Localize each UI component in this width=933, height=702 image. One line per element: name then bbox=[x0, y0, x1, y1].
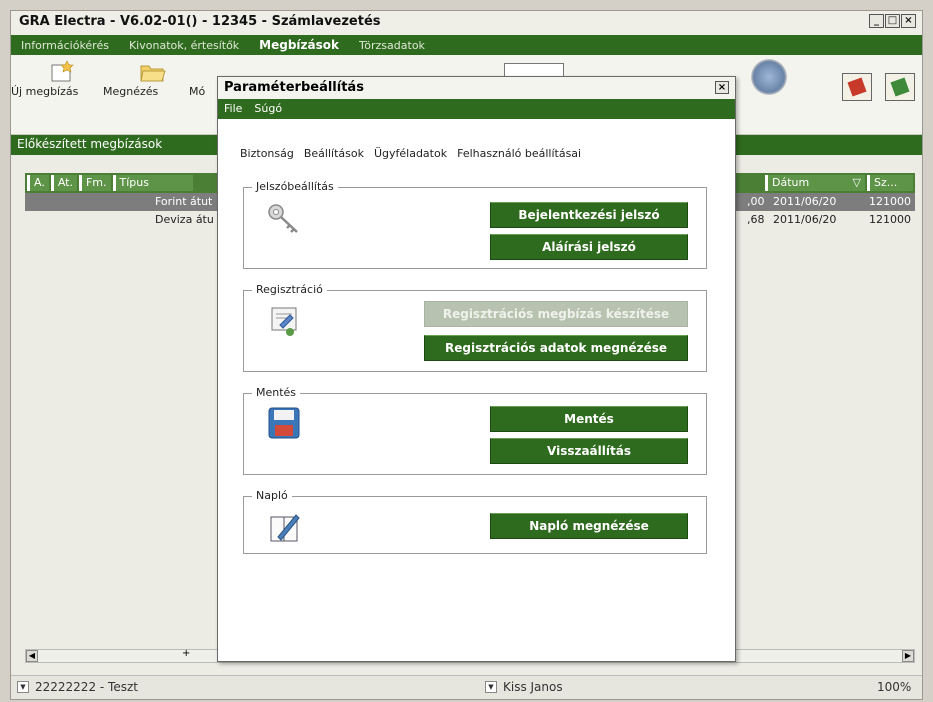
tab-user-settings[interactable]: Felhasználó beállításai bbox=[457, 147, 581, 160]
settings-dialog: Paraméterbeállítás × File Súgó Biztonság… bbox=[217, 76, 736, 662]
main-menubar: Információkérés Kivonatok, értesítők Meg… bbox=[11, 35, 922, 55]
row-sz: 121000 bbox=[869, 195, 911, 208]
log-group: Napló Napló megnézése bbox=[243, 489, 707, 554]
row-date: 2011/06/20 bbox=[773, 195, 837, 208]
scroll-right-icon[interactable]: ▶ bbox=[902, 650, 914, 662]
statusbar: ▼ 22222222 - Teszt ▼ Kiss Janos 100% bbox=[11, 675, 922, 699]
dialog-titlebar: Paraméterbeállítás × bbox=[218, 77, 735, 99]
row-type: Forint átut bbox=[155, 195, 213, 208]
dialog-tabs: Biztonság Beállítások Ügyféladatok Felha… bbox=[240, 147, 581, 160]
new-order-label[interactable]: Új megbízás bbox=[11, 85, 78, 98]
window-titlebar: GRA Electra - V6.02-01() - 12345 - Száml… bbox=[11, 11, 922, 35]
backup-group: Mentés Mentés Visszaállítás bbox=[243, 386, 707, 475]
password-group-legend: Jelszóbeállítás bbox=[252, 180, 338, 193]
green-book-icon[interactable] bbox=[885, 73, 915, 101]
dialog-menu-help[interactable]: Súgó bbox=[254, 102, 282, 116]
dialog-title: Paraméterbeállítás bbox=[224, 80, 364, 95]
sign-password-button[interactable]: Aláírási jelszó bbox=[490, 234, 688, 260]
folder-icon[interactable] bbox=[139, 59, 167, 83]
window-controls: _ □ × bbox=[869, 14, 916, 28]
view-registration-button[interactable]: Regisztrációs adatok megnézése bbox=[424, 335, 688, 361]
scroll-left-icon[interactable]: ◀ bbox=[26, 650, 38, 662]
menu-item-statements[interactable]: Kivonatok, értesítők bbox=[129, 39, 239, 52]
scroll-thumb[interactable]: + bbox=[182, 648, 190, 659]
row-amount: ,68 bbox=[747, 213, 765, 226]
maximize-button[interactable]: □ bbox=[885, 14, 900, 28]
row-date: 2011/06/20 bbox=[773, 213, 837, 226]
dialog-menu-file[interactable]: File bbox=[224, 102, 242, 116]
registration-group-legend: Regisztráció bbox=[252, 283, 327, 296]
sort-icon: ▽ bbox=[852, 176, 861, 189]
log-group-legend: Napló bbox=[252, 489, 292, 502]
menu-item-masterdata[interactable]: Törzsadatok bbox=[359, 39, 425, 52]
col-header-at[interactable]: At. bbox=[50, 175, 77, 191]
window-title: GRA Electra - V6.02-01() - 12345 - Száml… bbox=[19, 14, 381, 29]
dialog-close-button[interactable]: × bbox=[715, 81, 729, 94]
notebook-icon bbox=[270, 514, 300, 542]
minimize-button[interactable]: _ bbox=[869, 14, 884, 28]
col-header-sz[interactable]: Sz... bbox=[867, 175, 913, 191]
create-registration-button[interactable]: Regisztrációs megbízás készítése bbox=[424, 301, 688, 327]
view-label[interactable]: Megnézés bbox=[103, 85, 158, 98]
zoom-label: 100% bbox=[877, 680, 912, 694]
row-amount: ,00 bbox=[747, 195, 765, 208]
view-log-button[interactable]: Napló megnézése bbox=[490, 513, 688, 539]
new-order-icon[interactable] bbox=[49, 59, 77, 83]
dialog-menubar: File Súgó bbox=[218, 99, 735, 119]
menu-item-orders[interactable]: Megbízások bbox=[259, 38, 339, 52]
key-icon bbox=[268, 204, 298, 233]
row-sz: 121000 bbox=[869, 213, 911, 226]
menu-item-info[interactable]: Információkérés bbox=[21, 39, 109, 52]
col-header-date-label: Dátum bbox=[772, 176, 810, 189]
tab-client-data[interactable]: Ügyféladatok bbox=[374, 147, 447, 160]
tab-security[interactable]: Biztonság bbox=[240, 147, 294, 160]
close-button[interactable]: × bbox=[901, 14, 916, 28]
red-book-icon[interactable] bbox=[842, 73, 872, 101]
globe-icon[interactable] bbox=[751, 59, 787, 95]
password-group: Jelszóbeállítás Bejelentkezési jelszó Al… bbox=[243, 180, 707, 269]
dropdown-icon[interactable]: ▼ bbox=[17, 681, 29, 693]
user-label: Kiss Janos bbox=[503, 680, 563, 694]
zoom-level: 100% bbox=[877, 680, 911, 694]
col-header-a[interactable]: A. bbox=[27, 175, 49, 191]
col-header-type[interactable]: Típus bbox=[112, 175, 193, 191]
col-header-fm[interactable]: Fm. bbox=[78, 175, 111, 191]
row-type: Deviza átu bbox=[155, 213, 214, 226]
backup-group-legend: Mentés bbox=[252, 386, 301, 399]
registration-group: Regisztráció Regisztrációs megbízás kész… bbox=[243, 283, 707, 372]
modify-label[interactable]: Mó bbox=[189, 85, 205, 98]
certificate-icon bbox=[271, 307, 297, 336]
login-password-button[interactable]: Bejelentkezési jelszó bbox=[490, 202, 688, 228]
restore-button[interactable]: Visszaállítás bbox=[490, 438, 688, 464]
tab-settings[interactable]: Beállítások bbox=[304, 147, 364, 160]
dropdown-icon[interactable]: ▼ bbox=[485, 681, 497, 693]
account-selector[interactable]: ▼ 22222222 - Teszt bbox=[17, 680, 138, 694]
floppy-disk-icon bbox=[268, 407, 300, 439]
user-selector[interactable]: ▼ Kiss Janos bbox=[485, 680, 563, 694]
account-label: 22222222 - Teszt bbox=[35, 680, 138, 694]
save-button[interactable]: Mentés bbox=[490, 406, 688, 432]
col-header-date[interactable]: Dátum ▽ bbox=[765, 175, 865, 191]
